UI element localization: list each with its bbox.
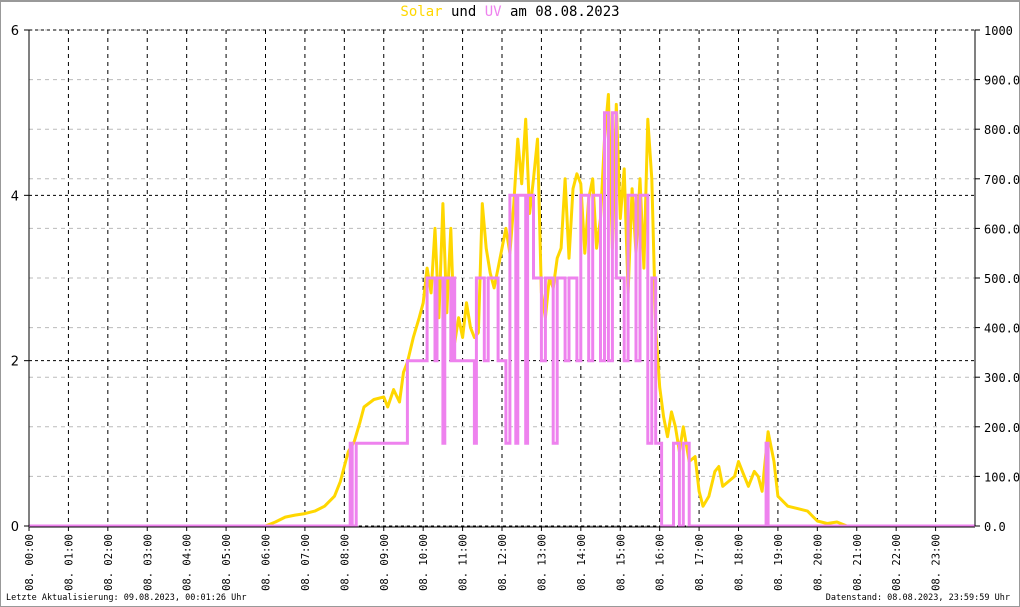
right-axis-label: 700.0	[984, 173, 1020, 187]
x-axis-label: 08. 00:00	[24, 534, 36, 591]
left-axis-label: 6	[11, 24, 19, 39]
right-axis-label: 300.0	[984, 371, 1020, 385]
solar-uv-chart: 0.0 100.0 200.0 300.0 400.0 500.0 600.0 700.0 80…	[11, 24, 1020, 591]
x-axis-label: 08. 23:00	[931, 534, 943, 591]
data-status: Datenstand: 08.08.2023, 23:59:59 Uhr	[825, 593, 1010, 603]
x-axis-label: 08. 12:00	[497, 534, 509, 591]
x-axis-label: 08. 13:00	[536, 534, 548, 591]
x-axis-label: 08. 02:00	[103, 534, 115, 591]
x-axis-label: 08. 11:00	[458, 534, 470, 591]
x-axis-label: 08. 22:00	[891, 534, 903, 591]
x-axis-label: 08. 04:00	[182, 534, 194, 591]
x-axis-label: 08. 09:00	[379, 534, 391, 591]
x-axis-label: 08. 21:00	[852, 534, 864, 591]
left-axis-label: 4	[11, 189, 19, 204]
right-axis-label: 500.0	[984, 272, 1020, 286]
x-axis-label: 08. 07:00	[300, 534, 312, 591]
left-axis-label: 0	[11, 520, 19, 535]
x-axis-label: 08. 19:00	[773, 534, 785, 591]
last-update: Letzte Aktualisierung: 09.08.2023, 00:01…	[6, 593, 247, 603]
left-axis-label: 2	[11, 355, 19, 370]
right-axis-label: 0.0	[984, 520, 1006, 534]
right-axis-label: 800.0	[984, 123, 1020, 137]
x-axis-label: 08. 01:00	[63, 534, 75, 591]
x-axis-label: 08. 17:00	[694, 534, 706, 591]
x-axis-label: 08. 15:00	[615, 534, 627, 591]
right-axis-label: 400.0	[984, 322, 1020, 336]
x-axis-label: 08. 08:00	[339, 534, 351, 591]
x-axis-label: 08. 18:00	[734, 534, 746, 591]
x-axis-label: 08. 16:00	[655, 534, 667, 591]
right-axis-label: 900.0	[984, 74, 1020, 88]
x-axis-label: 08. 03:00	[142, 534, 154, 591]
right-axis-label: 100.0	[984, 470, 1020, 484]
x-axis-label: 08. 06:00	[261, 534, 273, 591]
x-axis-label: 08. 20:00	[812, 534, 824, 591]
right-axis-label: 1000	[984, 24, 1013, 38]
x-axis-label: 08. 05:00	[221, 534, 233, 591]
right-axis-label: 200.0	[984, 421, 1020, 435]
x-axis-label: 08. 10:00	[418, 534, 430, 591]
right-axis-label: 600.0	[984, 222, 1020, 236]
x-axis-label: 08. 14:00	[576, 534, 588, 591]
